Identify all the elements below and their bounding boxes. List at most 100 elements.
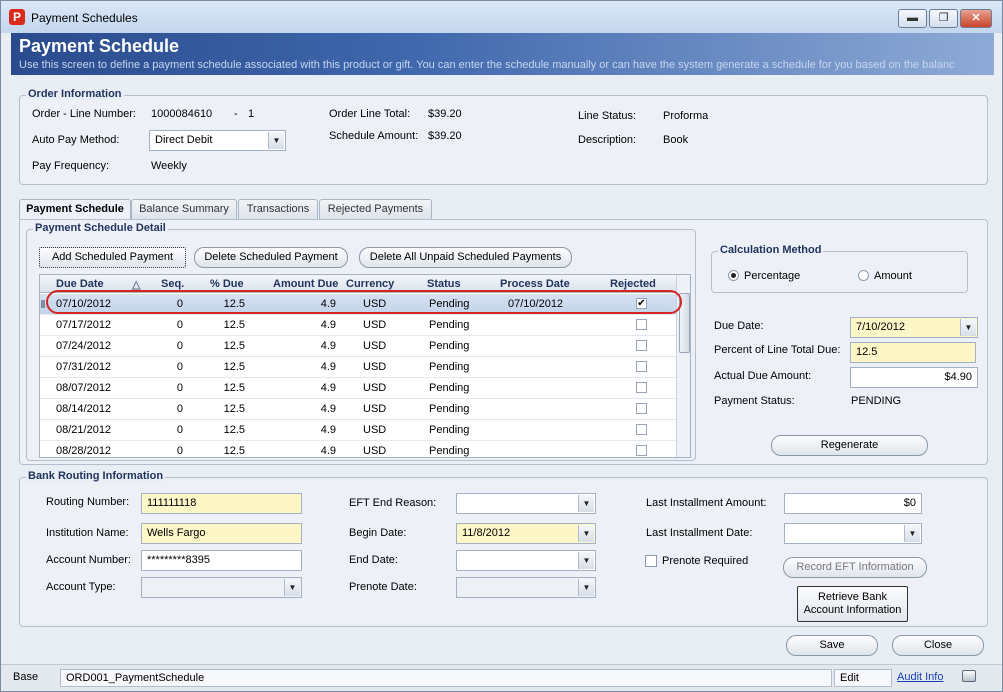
add-scheduled-payment-button[interactable]: Add Scheduled Payment — [39, 247, 186, 268]
cell-amount-due: 4.9 — [320, 340, 336, 352]
rejected-checkbox[interactable] — [636, 403, 647, 414]
cell-process-date: 07/10/2012 — [508, 298, 564, 310]
cell-status: Pending — [429, 403, 470, 415]
column-rejected[interactable]: Rejected — [610, 278, 656, 290]
table-row[interactable]: 07/17/2012 0 12.5 4.9 USD Pending — [40, 315, 676, 336]
grid-header: Due Date △ Seq. % Due Amount Due Currenc… — [40, 275, 676, 293]
cell-currency: USD — [363, 403, 387, 415]
due-date-picker[interactable]: 7/10/2012 ▼ — [850, 317, 978, 338]
column-percent-due[interactable]: % Due — [210, 278, 244, 290]
cell-status: Pending — [429, 340, 470, 352]
last-installment-amount-input[interactable]: $0 — [784, 493, 922, 514]
delete-scheduled-payment-button[interactable]: Delete Scheduled Payment — [194, 247, 348, 268]
prenote-date-label: Prenote Date: — [349, 581, 417, 593]
payment-schedule-grid[interactable]: Due Date △ Seq. % Due Amount Due Currenc… — [39, 274, 691, 458]
column-amount-due[interactable]: Amount Due — [273, 278, 338, 290]
cell-due-date: 07/24/2012 — [56, 340, 112, 352]
column-status[interactable]: Status — [427, 278, 461, 290]
account-number-input[interactable]: *********8395 — [141, 550, 302, 571]
cell-amount-due: 4.9 — [320, 319, 336, 331]
cell-due-date: 07/31/2012 — [56, 361, 112, 373]
table-row[interactable]: 08/14/2012 0 12.5 4.9 USD Pending — [40, 399, 676, 420]
table-row[interactable]: 07/31/2012 0 12.5 4.9 USD Pending — [40, 357, 676, 378]
page-title: Payment Schedule — [19, 36, 180, 56]
tab-payment-schedule[interactable]: Payment Schedule — [19, 199, 131, 220]
save-button[interactable]: Save — [786, 635, 878, 656]
page-subtitle: Use this screen to define a payment sche… — [19, 59, 955, 71]
table-row[interactable]: 08/07/2012 0 12.5 4.9 USD Pending — [40, 378, 676, 399]
tab-balance-summary[interactable]: Balance Summary — [131, 199, 237, 219]
column-currency[interactable]: Currency — [346, 278, 394, 290]
table-row[interactable]: 08/28/2012 0 12.5 4.9 USD Pending — [40, 441, 676, 457]
cell-status: Pending — [429, 424, 470, 436]
tab-transactions[interactable]: Transactions — [238, 199, 318, 219]
prenote-required-label: Prenote Required — [662, 555, 749, 567]
rejected-checkbox[interactable] — [636, 445, 647, 456]
end-date-picker[interactable]: ▼ — [456, 550, 596, 571]
rejected-checkbox[interactable]: ✔ — [636, 298, 647, 309]
delete-all-unpaid-button[interactable]: Delete All Unpaid Scheduled Payments — [359, 247, 572, 268]
order-line-total-label: Order Line Total: — [329, 108, 411, 120]
order-information-title: Order Information — [26, 88, 124, 100]
cell-due-date: 08/07/2012 — [56, 382, 112, 394]
order-line-label: Order - Line Number: — [32, 108, 136, 120]
cell-seq: 0 — [176, 382, 183, 394]
scrollbar-thumb[interactable] — [679, 293, 690, 353]
payment-schedule-detail-title: Payment Schedule Detail — [33, 222, 168, 234]
prenote-date-picker[interactable]: ▼ — [456, 577, 596, 598]
autopay-method-value: Direct Debit — [155, 134, 213, 146]
window-title: Payment Schedules — [31, 11, 138, 25]
cell-seq: 0 — [176, 340, 183, 352]
begin-date-picker[interactable]: 11/8/2012 ▼ — [456, 523, 596, 544]
rejected-checkbox[interactable] — [636, 382, 647, 393]
minimize-button[interactable]: ▬ — [898, 9, 927, 28]
percentage-radio[interactable] — [728, 270, 739, 281]
grid-scrollbar[interactable] — [676, 275, 690, 457]
retrieve-bank-line-1: Retrieve Bank — [817, 591, 888, 603]
institution-name-input[interactable]: Wells Fargo — [141, 523, 302, 544]
schedule-amount-value: $39.20 — [428, 130, 462, 142]
column-due-date[interactable]: Due Date — [56, 278, 104, 290]
column-process-date[interactable]: Process Date — [500, 278, 570, 290]
account-type-label: Account Type: — [46, 581, 116, 593]
cell-percent-due: 12.5 — [223, 340, 245, 352]
record-eft-information-button[interactable]: Record EFT Information — [783, 557, 927, 578]
rejected-checkbox[interactable] — [636, 340, 647, 351]
printer-icon[interactable] — [962, 670, 976, 682]
autopay-method-select[interactable]: Direct Debit ▼ — [149, 130, 286, 151]
audit-info-link[interactable]: Audit Info — [897, 671, 943, 683]
prenote-required-checkbox[interactable] — [645, 555, 657, 567]
retrieve-bank-account-button[interactable]: Retrieve Bank Account Information — [797, 586, 908, 622]
column-seq[interactable]: Seq. — [161, 278, 184, 290]
institution-name-label: Institution Name: — [46, 527, 129, 539]
rejected-checkbox[interactable] — [636, 319, 647, 330]
percent-due-input[interactable]: 12.5 — [850, 342, 976, 363]
routing-number-label: Routing Number: — [46, 496, 130, 508]
rejected-checkbox[interactable] — [636, 361, 647, 372]
routing-number-input[interactable]: 111111118 — [141, 493, 302, 514]
regenerate-button[interactable]: Regenerate — [771, 435, 928, 456]
cell-amount-due: 4.9 — [320, 382, 336, 394]
cell-percent-due: 12.5 — [223, 298, 245, 310]
tab-rejected-payments[interactable]: Rejected Payments — [319, 199, 432, 219]
restore-button[interactable]: ❐ — [929, 9, 958, 28]
eft-end-reason-select[interactable]: ▼ — [456, 493, 596, 514]
table-row[interactable]: 08/21/2012 0 12.5 4.9 USD Pending — [40, 420, 676, 441]
sort-ascending-icon: △ — [132, 279, 141, 291]
last-installment-date-picker[interactable]: ▼ — [784, 523, 922, 544]
cell-amount-due: 4.9 — [320, 361, 336, 373]
actual-due-input[interactable]: $4.90 — [850, 367, 978, 388]
retrieve-bank-line-2: Account Information — [803, 604, 902, 616]
account-number-label: Account Number: — [46, 554, 131, 566]
cell-amount-due: 4.9 — [320, 445, 336, 457]
close-window-button[interactable]: ✕ — [960, 9, 992, 28]
rejected-checkbox[interactable] — [636, 424, 647, 435]
pay-frequency-value: Weekly — [151, 160, 187, 172]
cell-percent-due: 12.5 — [223, 424, 245, 436]
table-row[interactable]: 07/10/2012 0 12.5 4.9 USD Pending 07/10/2012 ✔ — [40, 294, 676, 315]
end-date-label: End Date: — [349, 554, 398, 566]
amount-radio[interactable] — [858, 270, 869, 281]
table-row[interactable]: 07/24/2012 0 12.5 4.9 USD Pending — [40, 336, 676, 357]
account-type-select[interactable]: ▼ — [141, 577, 302, 598]
close-button[interactable]: Close — [892, 635, 984, 656]
